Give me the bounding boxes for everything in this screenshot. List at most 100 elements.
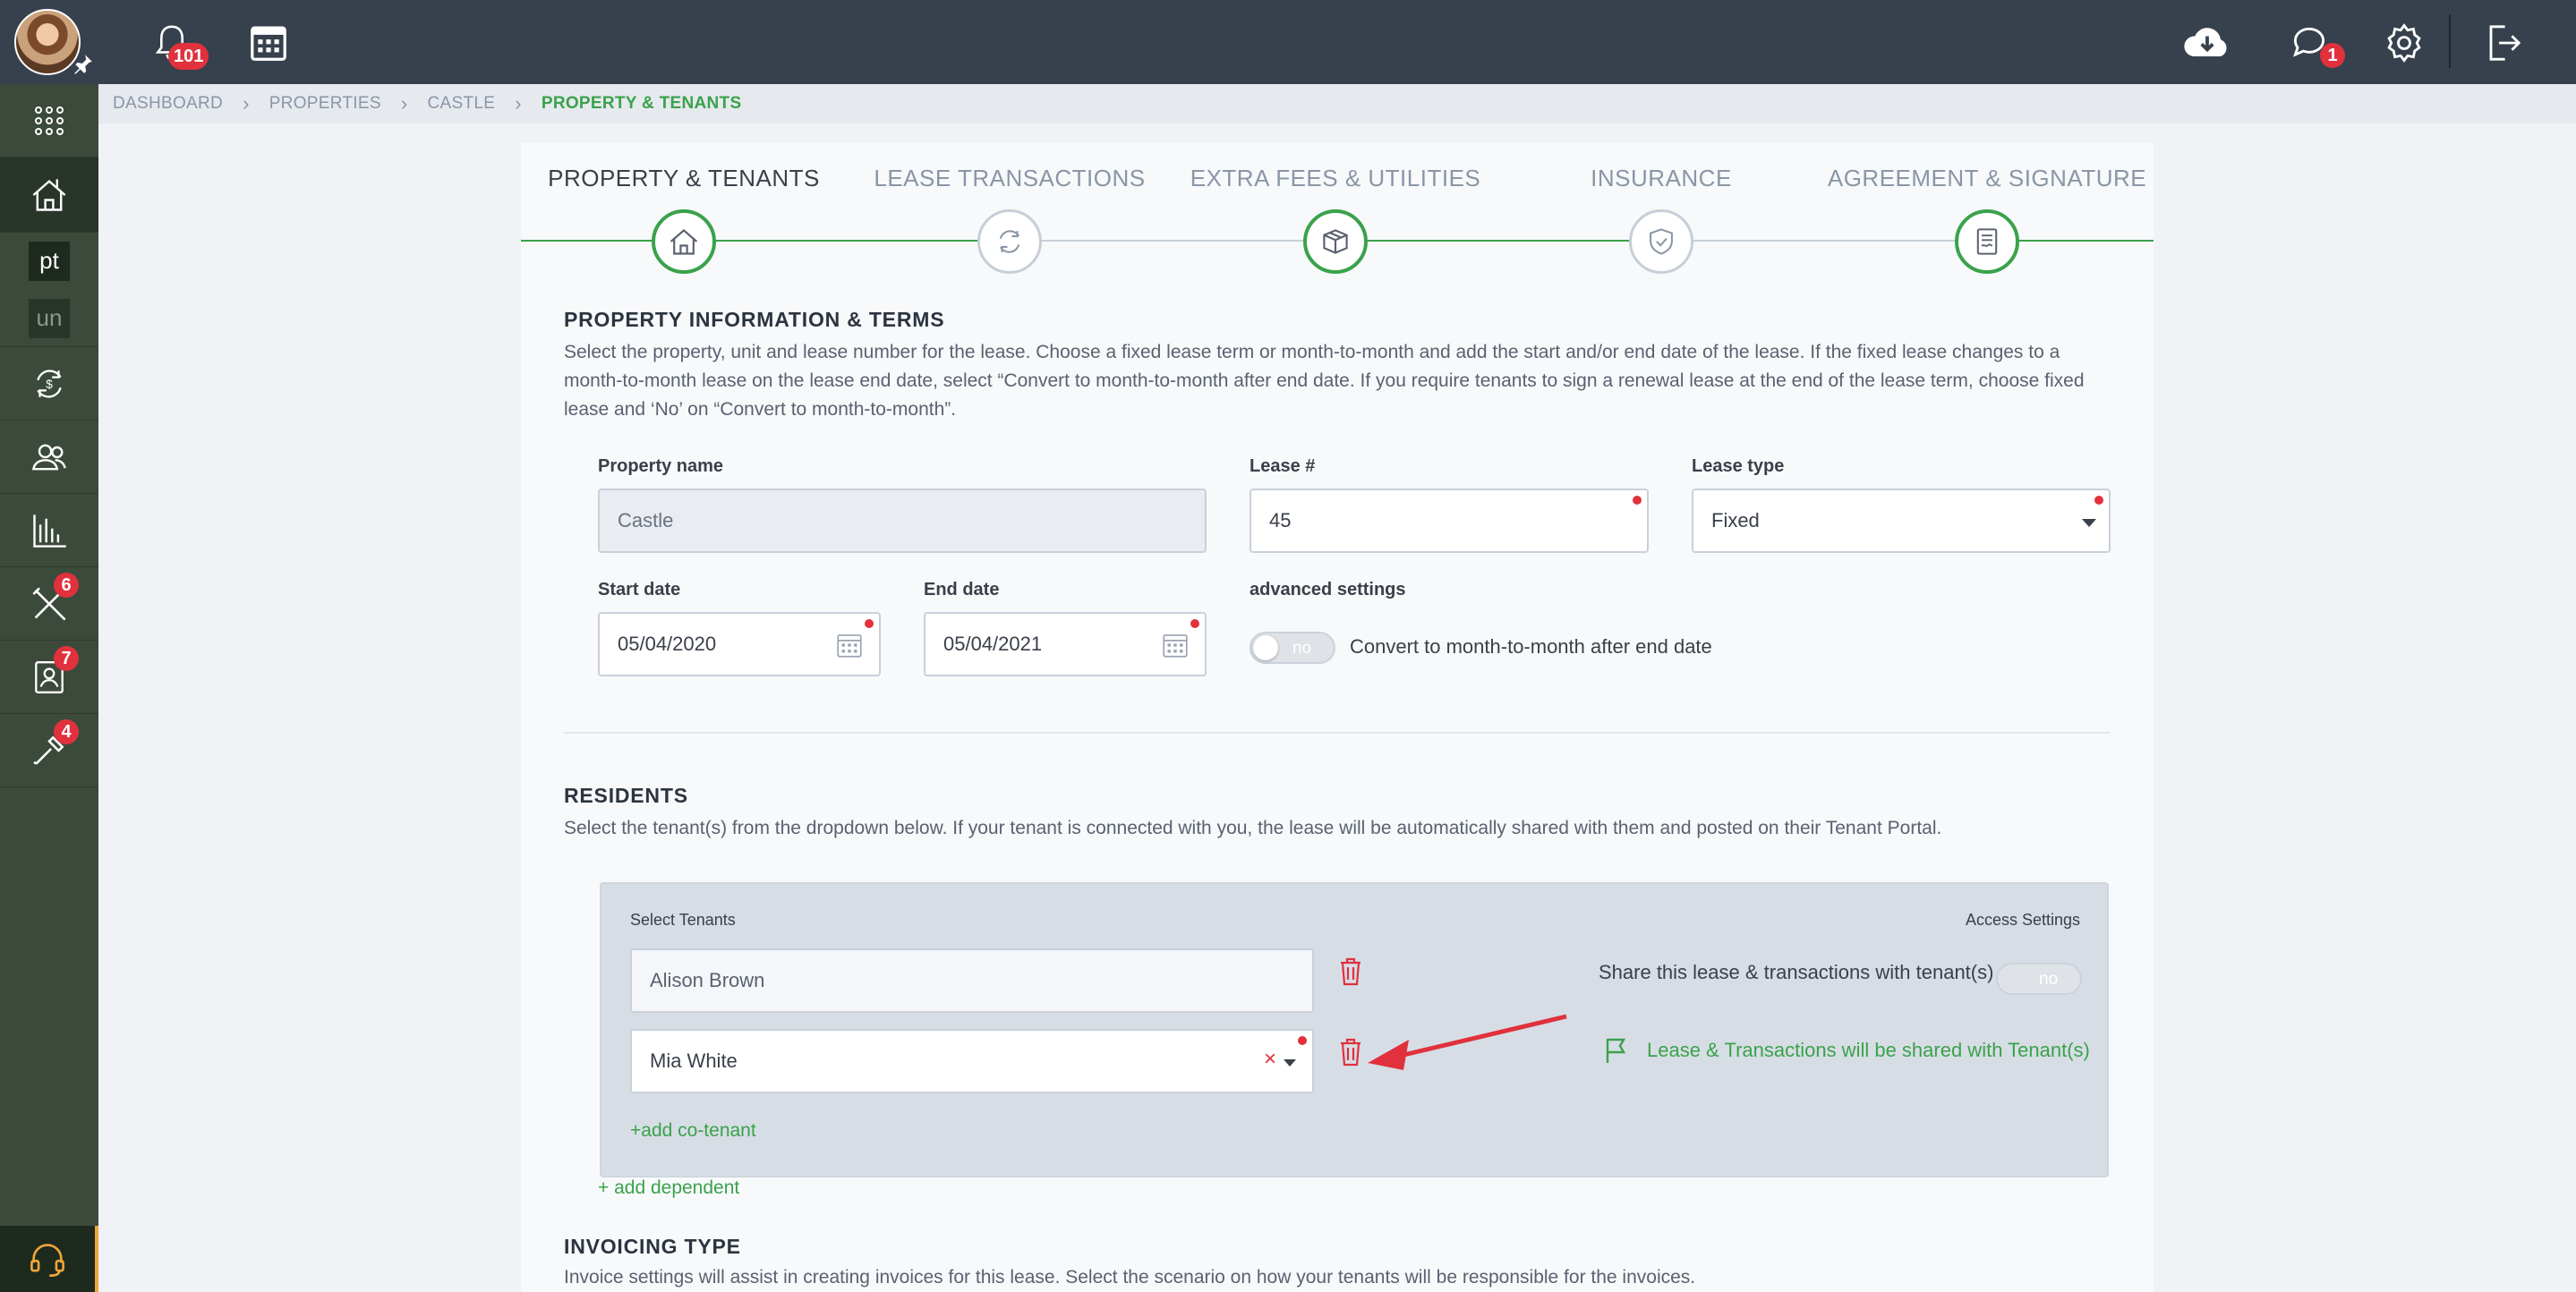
tools-badge: 4	[54, 719, 79, 744]
box-icon	[1323, 229, 1348, 254]
toggle-knob	[2000, 966, 2025, 991]
flag-icon	[1606, 1038, 1626, 1063]
property-section-title: PROPERTY INFORMATION & TERMS	[564, 308, 945, 331]
lease-type-value: Fixed	[1711, 509, 1760, 531]
caret-down-icon	[2082, 519, 2096, 527]
tab-insurance[interactable]: INSURANCE	[1491, 165, 1831, 192]
convert-month-to-month-label: Convert to month-to-month after end date	[1350, 635, 1712, 658]
shield-icon	[1650, 228, 1673, 255]
sidebar-item-properties[interactable]	[0, 157, 98, 233]
step-circle-property-tenants[interactable]	[652, 209, 716, 274]
maintenance-badge: 6	[54, 573, 79, 598]
section-divider	[564, 732, 2111, 734]
notifications-badge: 101	[168, 43, 209, 70]
tenant-name: Alison Brown	[650, 969, 765, 991]
tenants-icon	[31, 444, 66, 470]
sidebar-item-maintenance[interactable]: 6	[0, 567, 98, 641]
wizard-steps: PROPERTY & TENANTS LEASE TRANSACTIONS EX…	[521, 143, 2154, 286]
select-tenants-label: Select Tenants	[630, 911, 736, 929]
add-dependent-link[interactable]: + add dependent	[598, 1177, 739, 1199]
tab-property-tenants[interactable]: PROPERTY & TENANTS	[514, 165, 854, 192]
sidebar-item-tenants[interactable]	[0, 421, 98, 494]
end-date-input[interactable]: 05/04/2021	[924, 612, 1207, 676]
sidebar-item-tools[interactable]: 4	[0, 714, 98, 787]
step-circle-agreement[interactable]	[1955, 209, 2019, 274]
convert-month-to-month-toggle[interactable]: no	[1250, 632, 1335, 664]
shared-status-message: Lease & Transactions will be shared with…	[1604, 1036, 2090, 1065]
tab-agreement-signature[interactable]: AGREEMENT & SIGNATURE	[1817, 165, 2157, 192]
sidebar-item-transactions[interactable]: $	[0, 347, 98, 421]
applications-badge: 7	[54, 646, 79, 671]
required-indicator	[1633, 496, 1642, 505]
share-lease-toggle[interactable]: no	[1996, 963, 2082, 995]
property-name-field: Castle	[598, 489, 1207, 553]
breadcrumb-current: PROPERTY & TENANTS	[541, 94, 742, 113]
tenant-select-1[interactable]: Alison Brown	[630, 948, 1314, 1013]
access-settings-label: Access Settings	[1965, 911, 2080, 929]
breadcrumb-dashboard[interactable]: DASHBOARD	[113, 94, 223, 114]
apps-grid-icon	[35, 106, 64, 135]
logout-icon[interactable]	[2479, 20, 2526, 66]
clear-icon[interactable]: ×	[1264, 1047, 1276, 1072]
start-date-input[interactable]: 05/04/2020	[598, 612, 881, 676]
breadcrumb-properties[interactable]: PROPERTIES	[269, 94, 381, 114]
end-date-value: 05/04/2021	[943, 633, 1043, 655]
cloud-download-icon[interactable]	[2180, 20, 2234, 66]
properties-icon	[32, 178, 66, 211]
calendar-icon[interactable]	[1160, 630, 1190, 660]
tenants-panel: Select Tenants Access Settings Alison Br…	[600, 882, 2109, 1177]
shared-status-text: Lease & Transactions will be shared with…	[1647, 1039, 2090, 1061]
lease-type-label: Lease type	[1692, 456, 1785, 476]
toggle-state-text: no	[1292, 639, 1312, 658]
property-section-description: Select the property, unit and lease numb…	[564, 342, 2085, 420]
transactions-icon	[999, 230, 1020, 253]
trash-icon[interactable]	[1337, 956, 1364, 986]
support-button[interactable]	[0, 1226, 98, 1292]
breadcrumb-castle[interactable]: CASTLE	[427, 94, 495, 114]
residents-section-title: RESIDENTS	[564, 784, 688, 807]
property-name-label: Property name	[598, 456, 724, 476]
chevron-right-icon: ›	[515, 92, 522, 115]
shortcut-un[interactable]: un	[29, 298, 70, 338]
sidebar: pt un $ 6 7 4	[0, 84, 98, 1292]
lease-number-input[interactable]: 45	[1250, 489, 1649, 553]
share-lease-label: Share this lease & transactions with ten…	[1599, 961, 1994, 983]
required-indicator	[1298, 1036, 1307, 1045]
required-indicator	[1190, 619, 1199, 628]
residents-section-description: Select the tenant(s) from the dropdown b…	[564, 818, 1942, 838]
pin-icon[interactable]	[72, 52, 95, 75]
topbar-separator	[2449, 14, 2451, 68]
shortcut-pt[interactable]: pt	[29, 241, 70, 281]
tenant-name: Mia White	[650, 1050, 738, 1072]
required-indicator	[2094, 496, 2103, 505]
tenant-select-2[interactable]: Mia White ×	[630, 1029, 1314, 1093]
step-line	[684, 240, 1010, 242]
sidebar-item-applications[interactable]: 7	[0, 641, 98, 714]
tab-extra-fees-utilities[interactable]: EXTRA FEES & UTILITIES	[1165, 165, 1506, 192]
lease-form-card: PROPERTY & TENANTS LEASE TRANSACTIONS EX…	[521, 143, 2154, 1292]
gear-icon[interactable]	[2381, 20, 2427, 66]
step-circle-lease-transactions[interactable]	[977, 209, 1042, 274]
top-bar: 101 1	[0, 0, 2576, 84]
add-cotenant-link[interactable]: +add co-tenant	[630, 1120, 756, 1142]
user-avatar[interactable]	[14, 9, 81, 75]
end-date-label: End date	[924, 580, 1000, 599]
sidebar-item-apps[interactable]	[0, 84, 98, 157]
lease-type-select[interactable]: Fixed	[1692, 489, 2111, 553]
chevron-right-icon: ›	[243, 92, 250, 115]
caret-down-icon[interactable]	[1284, 1059, 1296, 1067]
sidebar-item-reports[interactable]	[0, 494, 98, 567]
transactions-icon: $	[37, 369, 62, 398]
tab-lease-transactions[interactable]: LEASE TRANSACTIONS	[840, 165, 1180, 192]
lease-number-value: 45	[1269, 509, 1292, 531]
house-icon	[670, 228, 698, 255]
calendar-icon[interactable]	[245, 20, 292, 66]
trash-icon[interactable]	[1337, 1036, 1364, 1067]
step-circle-insurance[interactable]	[1629, 209, 1693, 274]
step-circle-extra-fees[interactable]	[1303, 209, 1368, 274]
chevron-right-icon: ›	[400, 92, 408, 115]
toggle-state-text: no	[2039, 970, 2059, 989]
calendar-icon[interactable]	[834, 630, 865, 660]
sidebar-item-shortcuts: pt un	[0, 233, 98, 347]
breadcrumb: DASHBOARD › PROPERTIES › CASTLE › PROPER…	[98, 84, 2576, 123]
